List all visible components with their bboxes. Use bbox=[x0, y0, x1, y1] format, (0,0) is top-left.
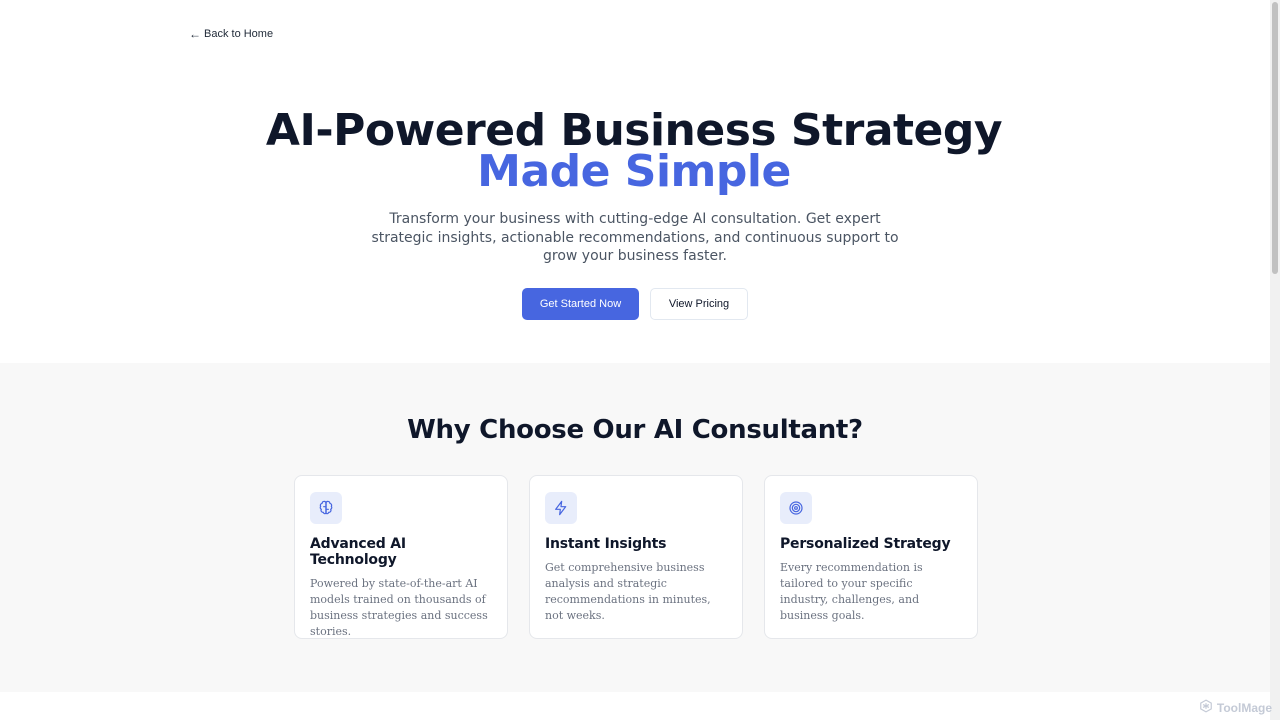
get-started-button[interactable]: Get Started Now bbox=[522, 288, 639, 320]
scrollbar-thumb[interactable] bbox=[1272, 2, 1278, 274]
cta-row: Get Started Now View Pricing bbox=[522, 288, 748, 320]
target-icon bbox=[780, 492, 812, 524]
feature-card-advanced-ai: Advanced AI Technology Powered by state-… bbox=[294, 475, 508, 639]
toolmage-logo-icon bbox=[1199, 699, 1213, 716]
feature-card-title: Advanced AI Technology bbox=[310, 536, 406, 568]
features-section: Why Choose Our AI Consultant? Advanced A… bbox=[0, 363, 1270, 692]
hero-title-accent: Made Simple bbox=[477, 146, 791, 197]
features-title: Why Choose Our AI Consultant? bbox=[407, 415, 863, 445]
lightning-icon bbox=[545, 492, 577, 524]
view-pricing-button[interactable]: View Pricing bbox=[650, 288, 748, 320]
feature-card-title: Personalized Strategy bbox=[780, 536, 951, 552]
page-scrollbar[interactable] bbox=[1270, 0, 1280, 720]
feature-card-title: Instant Insights bbox=[545, 536, 667, 552]
hero-title: AI-Powered Business Strategy Made Simple bbox=[0, 109, 1268, 197]
feature-card-text: Get comprehensive business analysis and … bbox=[545, 561, 711, 622]
feature-card-personalized-strategy: Personalized Strategy Every recommendati… bbox=[764, 475, 978, 639]
hero-subtitle: Transform your business with cutting-edg… bbox=[371, 211, 899, 264]
feature-card-text: Powered by state-of-the-art AI models tr… bbox=[310, 577, 488, 638]
arrow-left-icon: ← bbox=[189, 27, 201, 41]
watermark: ToolMage bbox=[1199, 699, 1272, 716]
back-to-home-link[interactable]: ← Back to Home bbox=[189, 28, 273, 40]
back-to-home-label: Back to Home bbox=[204, 28, 274, 40]
brain-icon bbox=[310, 492, 342, 524]
watermark-text: ToolMage bbox=[1216, 700, 1272, 715]
feature-card-text: Every recommendation is tailored to your… bbox=[780, 561, 923, 622]
feature-cards: Advanced AI Technology Powered by state-… bbox=[294, 475, 978, 639]
feature-card-instant-insights: Instant Insights Get comprehensive busin… bbox=[529, 475, 743, 639]
